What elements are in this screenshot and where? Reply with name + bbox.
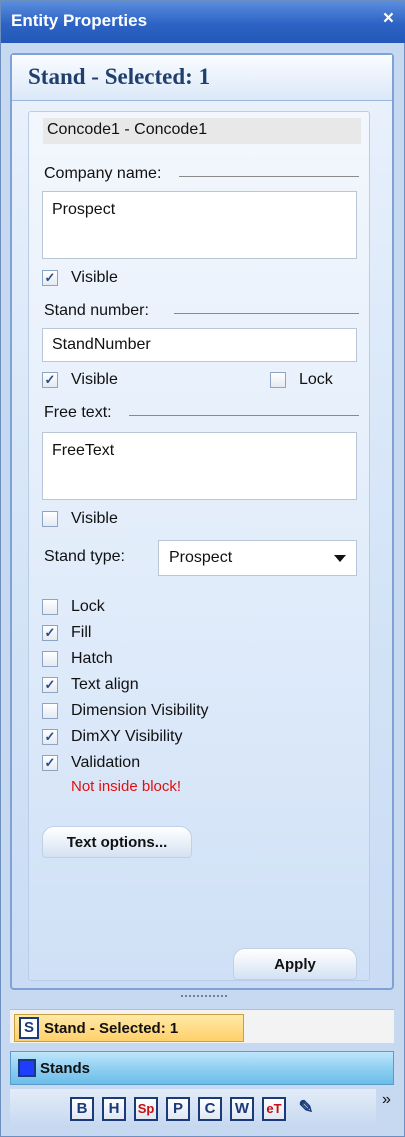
apply-button[interactable]: Apply — [233, 948, 357, 980]
tab-label: Stand - Selected: 1 — [44, 1019, 179, 1037]
checkbox-box — [42, 651, 58, 667]
checkbox-box: ✓ — [42, 755, 58, 771]
free-text-divider — [129, 415, 359, 416]
tab-label: Stands — [40, 1059, 91, 1077]
checkbox-label: Lock — [71, 598, 105, 615]
checkbox-box — [42, 703, 58, 719]
resize-grip[interactable] — [181, 995, 227, 999]
free-text-label: Free text: — [44, 404, 112, 421]
sp-tool-icon[interactable]: Sp — [134, 1097, 158, 1121]
stand-number-field[interactable]: StandNumber — [42, 328, 357, 362]
tab-stands[interactable]: Stands — [10, 1051, 394, 1085]
text-align-checkbox[interactable]: ✓ Text align — [42, 674, 139, 696]
company-visible-checkbox[interactable]: ✓ Visible — [42, 267, 118, 289]
stand-type-label: Stand type: — [44, 548, 125, 565]
checkbox-label: Dimension Visibility — [71, 702, 209, 719]
stand-number-label: Stand number: — [44, 302, 149, 319]
free-text-field[interactable]: FreeText — [42, 432, 357, 500]
p-tool-icon[interactable]: P — [166, 1097, 190, 1121]
validation-checkbox[interactable]: ✓ Validation — [42, 752, 140, 774]
hall-tool-icon[interactable]: H — [102, 1097, 126, 1121]
toolbar-overflow-icon[interactable]: » — [382, 1092, 391, 1108]
checkbox-label: Visible — [71, 510, 118, 527]
stands-icon — [18, 1059, 36, 1077]
validation-warning: Not inside block! — [71, 778, 182, 795]
checkbox-box — [270, 372, 286, 388]
checkbox-box: ✓ — [42, 625, 58, 641]
checkbox-box: ✓ — [42, 729, 58, 745]
checkbox-label: DimXY Visibility — [71, 728, 183, 745]
checkbox-box: ✓ — [42, 677, 58, 693]
checkbox-box — [42, 599, 58, 615]
fill-checkbox[interactable]: ✓ Fill — [42, 622, 91, 644]
stand-icon: S — [19, 1017, 39, 1039]
selected-stand-tab-bar: S Stand - Selected: 1 — [10, 1009, 394, 1043]
properties-body: Concode1 - Concode1 Company name: Prospe… — [28, 111, 370, 981]
company-name-field[interactable]: Prospect — [42, 191, 357, 259]
text-options-button[interactable]: Text options... — [42, 826, 192, 858]
checkbox-label: Hatch — [71, 650, 113, 667]
checkbox-label: Visible — [71, 269, 118, 286]
checkbox-label: Lock — [299, 371, 333, 388]
company-name-divider — [179, 176, 359, 177]
hatch-checkbox[interactable]: Hatch — [42, 648, 113, 670]
stand-type-value: Prospect — [169, 549, 233, 566]
chevron-down-icon — [334, 555, 346, 562]
properties-icon[interactable]: ✎ — [294, 1097, 318, 1121]
entity-properties-window: Entity Properties × Stand - Selected: 1 … — [0, 0, 405, 1137]
et-tool-icon[interactable]: eT — [262, 1097, 286, 1121]
checkbox-label: Visible — [71, 371, 118, 388]
close-icon[interactable]: × — [383, 9, 394, 28]
checkbox-label: Text align — [71, 676, 139, 693]
lock-checkbox[interactable]: Lock — [42, 596, 105, 618]
checkbox-label: Fill — [71, 624, 92, 641]
panel-header: Stand - Selected: 1 — [12, 55, 392, 101]
checkbox-label: Validation — [71, 754, 141, 771]
w-tool-icon[interactable]: W — [230, 1097, 254, 1121]
stand-number-divider — [174, 313, 359, 314]
checkbox-box: ✓ — [42, 270, 58, 286]
stand-type-dropdown[interactable]: Prospect — [158, 540, 357, 576]
c-tool-icon[interactable]: C — [198, 1097, 222, 1121]
stand-number-visible-checkbox[interactable]: ✓ Visible — [42, 369, 118, 391]
window-title: Entity Properties — [11, 11, 148, 30]
checkbox-box — [42, 511, 58, 527]
entity-title: Concode1 - Concode1 — [43, 118, 361, 144]
dimension-visibility-checkbox[interactable]: Dimension Visibility — [42, 700, 209, 722]
tab-stand-selected[interactable]: S Stand - Selected: 1 — [14, 1014, 244, 1042]
company-name-label: Company name: — [44, 165, 162, 182]
stand-panel: Stand - Selected: 1 Concode1 - Concode1 … — [10, 53, 394, 990]
checkbox-box: ✓ — [42, 372, 58, 388]
free-text-visible-checkbox[interactable]: Visible — [42, 508, 118, 530]
booth-tool-icon[interactable]: B — [70, 1097, 94, 1121]
dimxy-visibility-checkbox[interactable]: ✓ DimXY Visibility — [42, 726, 182, 748]
bottom-toolbar: B H Sp P C W eT ✎ — [10, 1089, 376, 1127]
stand-number-lock-checkbox[interactable]: Lock — [270, 369, 333, 391]
title-bar: Entity Properties × — [1, 1, 405, 43]
